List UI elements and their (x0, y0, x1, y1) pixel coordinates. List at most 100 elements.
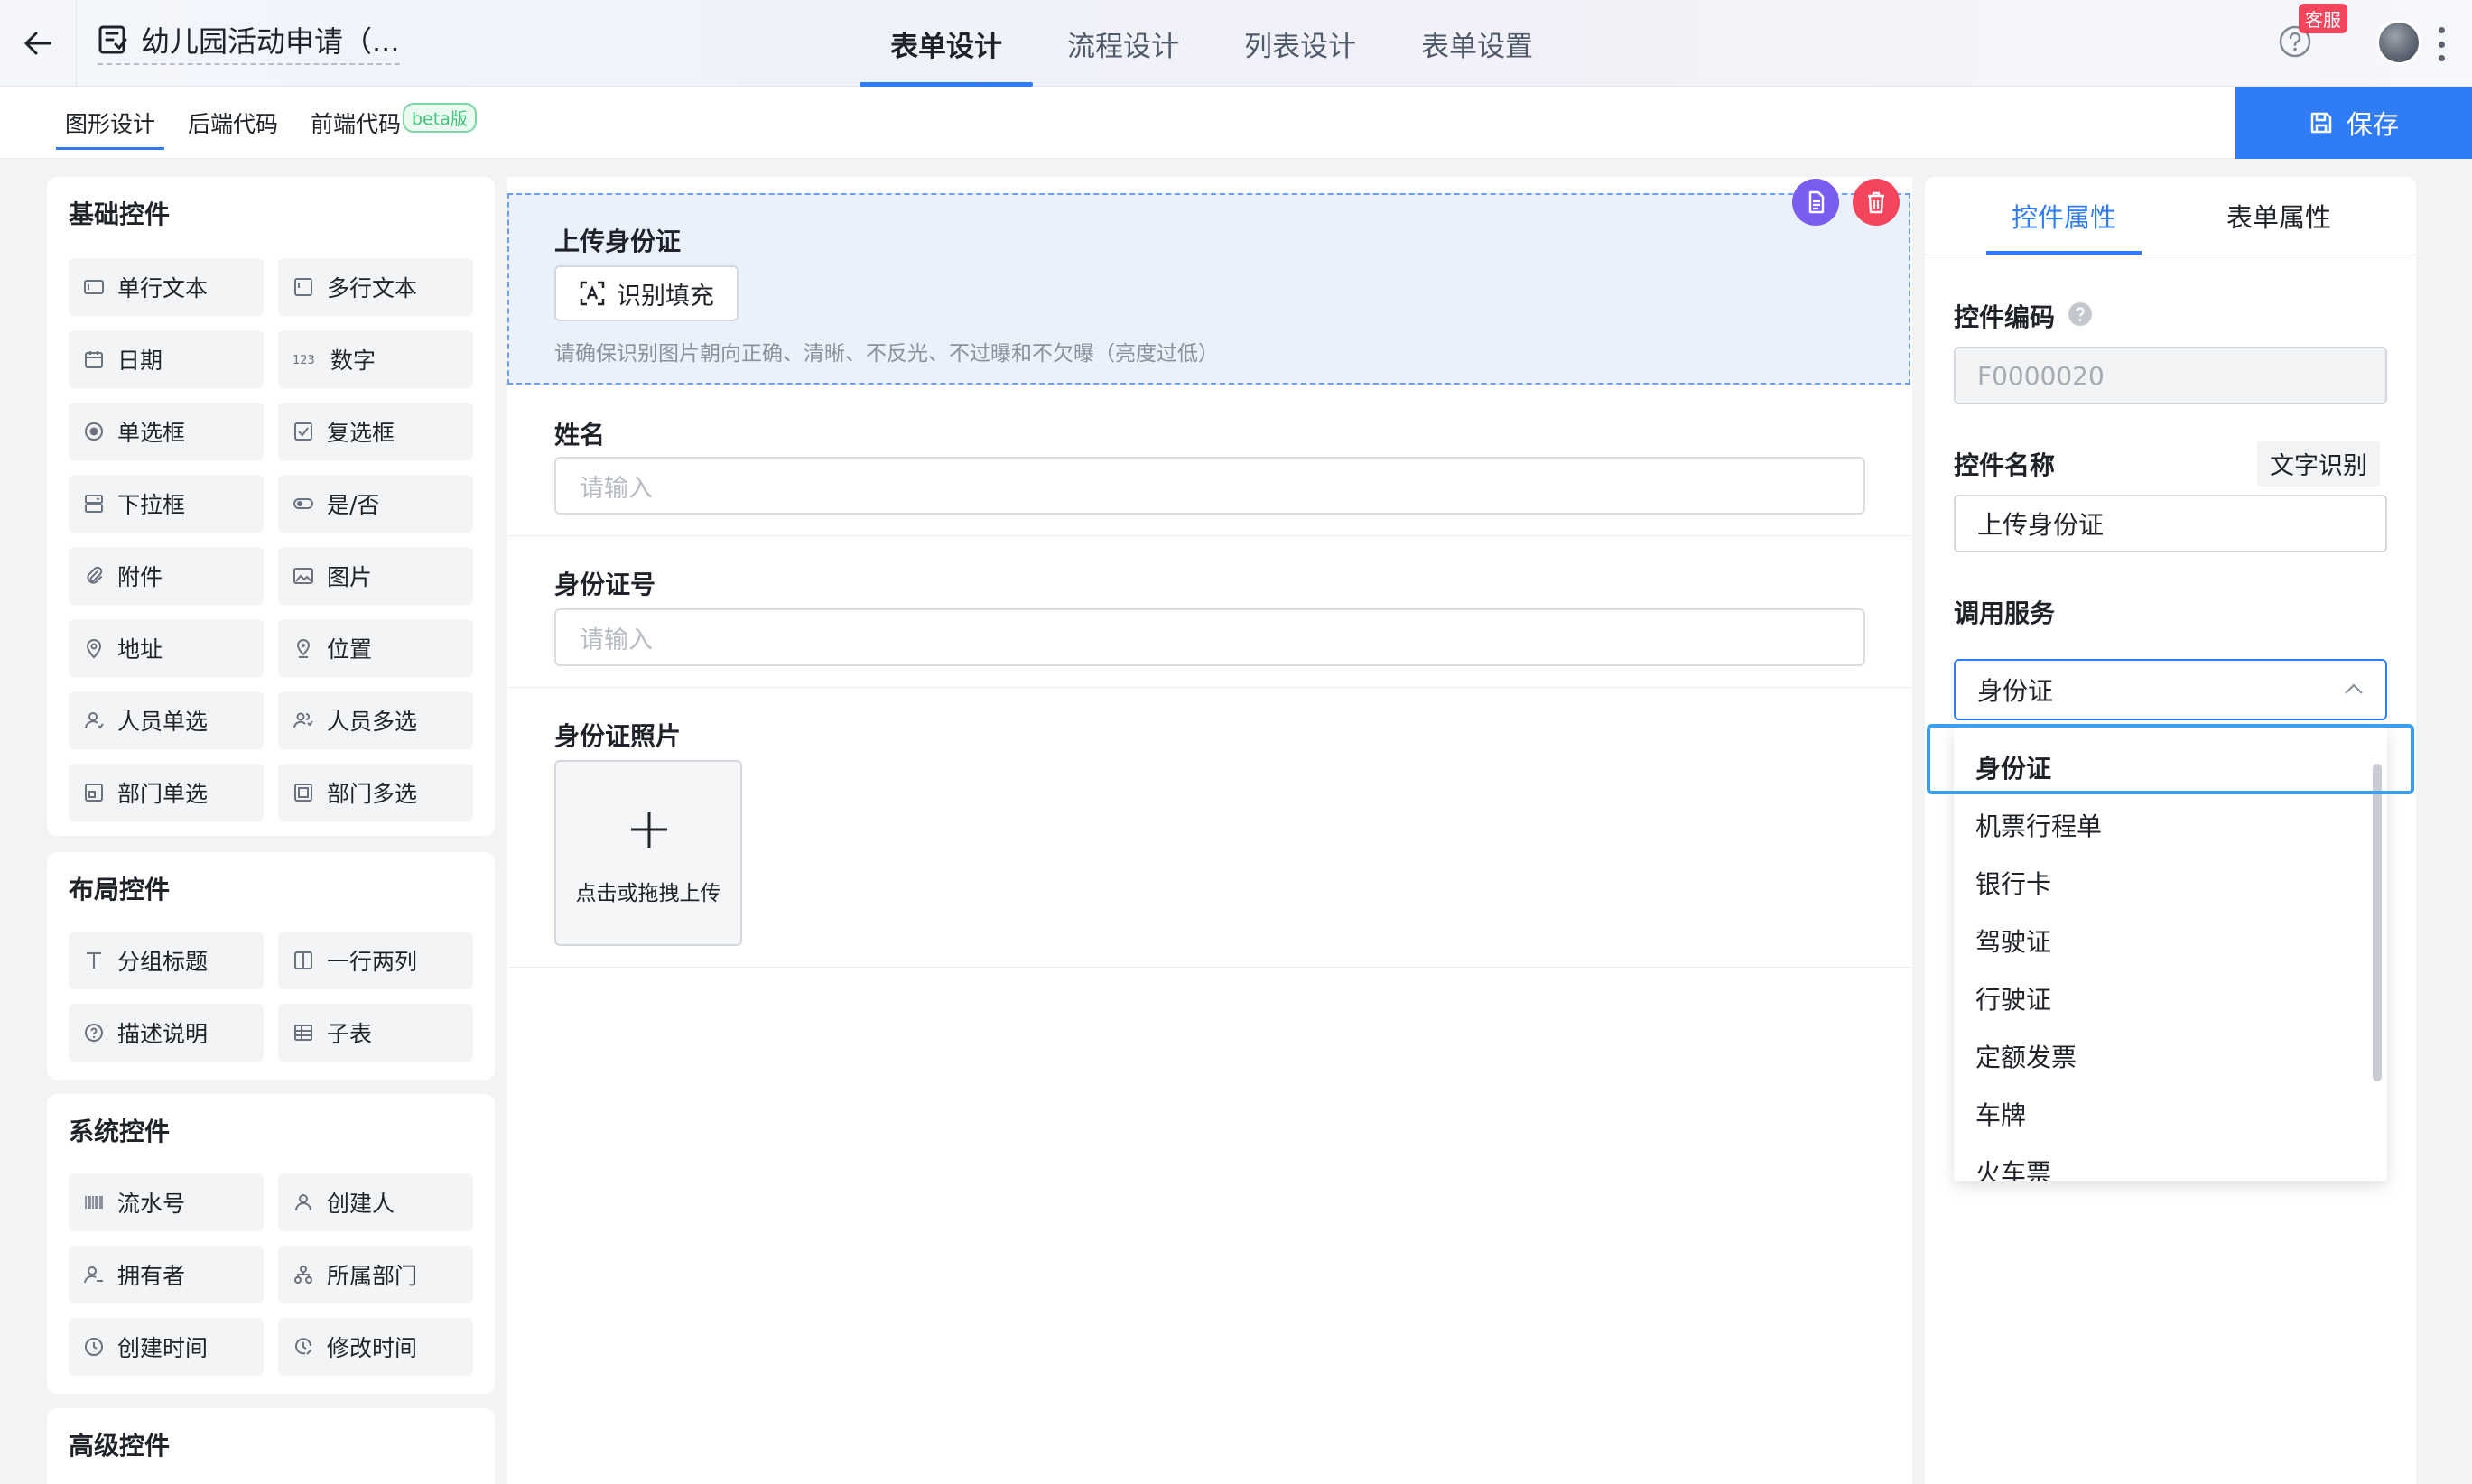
service-select-value: 身份证 (1977, 676, 2054, 706)
control-subtable[interactable]: 子表 (278, 1004, 473, 1062)
option-license-plate[interactable]: 车牌 (1975, 1096, 2026, 1132)
control-label: 流水号 (117, 1191, 186, 1217)
delete-field-button[interactable] (1853, 179, 1900, 226)
service-badge[interactable]: 客服 (2299, 4, 2347, 33)
avatar[interactable] (2376, 20, 2421, 65)
control-department[interactable]: 所属部门 (278, 1246, 473, 1303)
layout-controls-title: 布局控件 (69, 875, 171, 904)
control-serial-number[interactable]: 流水号 (69, 1173, 264, 1231)
control-number[interactable]: 123 数字 (278, 330, 473, 388)
tab-backend-code[interactable]: 后端代码 (188, 87, 278, 159)
calendar-icon (85, 351, 103, 368)
control-label: 多行文本 (327, 275, 418, 301)
location-icon (296, 639, 311, 658)
control-label: 部门多选 (327, 781, 418, 807)
departments-icon (294, 784, 312, 802)
owner-icon (84, 1266, 103, 1284)
option-flight-itinerary[interactable]: 机票行程单 (1975, 807, 2102, 843)
control-modify-time[interactable]: 修改时间 (278, 1318, 473, 1376)
dropdown-scrollbar[interactable] (2373, 764, 2382, 1081)
text-title-icon (87, 952, 101, 969)
save-icon (2310, 112, 2332, 134)
control-label: 复选框 (327, 420, 395, 446)
scan-text-icon (580, 281, 605, 306)
tab-flow-design[interactable]: 流程设计 (1035, 0, 1212, 87)
tab-graphic-design[interactable]: 图形设计 (55, 87, 165, 159)
name-label: 姓名 (554, 420, 606, 450)
option-vehicle-license[interactable]: 行驶证 (1975, 980, 2051, 1016)
advanced-controls-title: 高级控件 (69, 1431, 171, 1461)
tab-control-properties[interactable]: 控件属性 (2012, 177, 2116, 255)
id-number-input[interactable]: 请输入 (554, 608, 1865, 666)
control-label: 单选框 (117, 420, 186, 446)
option-bank-card[interactable]: 银行卡 (1975, 865, 2051, 901)
tab-form-design[interactable]: 表单设计 (858, 0, 1035, 87)
control-label: 数字 (330, 348, 376, 374)
tab-form-properties[interactable]: 表单属性 (2226, 177, 2331, 255)
control-address[interactable]: 地址 (69, 619, 264, 677)
copy-icon (1808, 190, 1825, 214)
id-number-label: 身份证号 (554, 570, 656, 599)
option-driver-license[interactable]: 驾驶证 (1975, 923, 2051, 959)
control-location[interactable]: 位置 (278, 619, 473, 677)
control-description[interactable]: 描述说明 (69, 1004, 264, 1062)
control-owner[interactable]: 拥有者 (69, 1246, 264, 1303)
control-date[interactable]: 日期 (69, 330, 264, 388)
save-button[interactable]: 保存 (2235, 87, 2472, 159)
control-label: 单行文本 (117, 275, 209, 301)
dot-icon (2438, 55, 2445, 61)
control-checkbox[interactable]: 复选框 (278, 403, 473, 460)
control-multi-line-text[interactable]: 多行文本 (278, 258, 473, 316)
option-fixed-invoice[interactable]: 定额发票 (1975, 1038, 2077, 1074)
control-dept-single[interactable]: 部门单选 (69, 764, 264, 821)
control-attachment[interactable]: 附件 (69, 547, 264, 605)
more-menu-button[interactable] (2434, 23, 2449, 65)
control-single-line-text[interactable]: 单行文本 (69, 258, 264, 316)
copy-field-button[interactable] (1792, 179, 1839, 226)
top-header: 幼儿园活动申请（... 表单设计 流程设计 列表设计 表单设置 客服 (0, 0, 2472, 87)
control-label: 拥有者 (117, 1263, 186, 1289)
tab-list-design[interactable]: 列表设计 (1212, 0, 1389, 87)
checkbox-icon (294, 422, 312, 441)
control-group-title[interactable]: 分组标题 (69, 932, 264, 989)
control-label: 人员多选 (327, 709, 418, 735)
user-icon (295, 1194, 311, 1211)
recognize-fill-label: 识别填充 (617, 282, 714, 311)
control-image[interactable]: 图片 (278, 547, 473, 605)
tab-form-settings[interactable]: 表单设置 (1389, 0, 1566, 87)
help-icon[interactable] (2068, 301, 2093, 327)
control-yes-no[interactable]: 是/否 (278, 475, 473, 533)
clock-icon (85, 1338, 103, 1356)
control-create-time[interactable]: 创建时间 (69, 1318, 264, 1376)
svg-text:123: 123 (293, 354, 315, 367)
control-label: 子表 (327, 1021, 373, 1047)
app-title-editor[interactable]: 幼儿园活动申请（... (98, 18, 400, 65)
dropdown-icon (85, 495, 103, 513)
option-train-ticket[interactable]: 火车票 (1975, 1154, 2051, 1181)
control-name-input[interactable]: 上传身份证 (1954, 495, 2387, 552)
control-code-input[interactable]: F0000020 (1954, 347, 2387, 404)
trash-icon (1868, 191, 1884, 214)
name-input[interactable]: 请输入 (554, 457, 1865, 515)
org-icon (294, 1266, 312, 1284)
tab-frontend-code[interactable]: 前端代码 (311, 87, 401, 159)
main-tabs: 表单设计 流程设计 列表设计 表单设置 (858, 0, 1566, 87)
control-radio[interactable]: 单选框 (69, 403, 264, 460)
table-icon (294, 1025, 312, 1041)
control-two-column[interactable]: 一行两列 (278, 932, 473, 989)
control-label: 分组标题 (117, 949, 209, 975)
option-highlight-box (1927, 724, 2414, 794)
control-dropdown[interactable]: 下拉框 (69, 475, 264, 533)
control-dept-multi[interactable]: 部门多选 (278, 764, 473, 821)
recognize-fill-button[interactable]: 识别填充 (554, 265, 739, 321)
ocr-tag[interactable]: 文字识别 (2257, 441, 2380, 487)
number-icon: 123 (293, 354, 315, 367)
control-user-multi[interactable]: 人员多选 (278, 691, 473, 749)
control-user-single[interactable]: 人员单选 (69, 691, 264, 749)
plus-icon (631, 812, 667, 848)
control-creator[interactable]: 创建人 (278, 1173, 473, 1231)
service-select[interactable]: 身份证 (1954, 659, 2387, 720)
paperclip-icon (87, 566, 103, 584)
back-button[interactable] (14, 20, 61, 67)
photo-upload-area[interactable]: 点击或拖拽上传 (554, 760, 742, 946)
